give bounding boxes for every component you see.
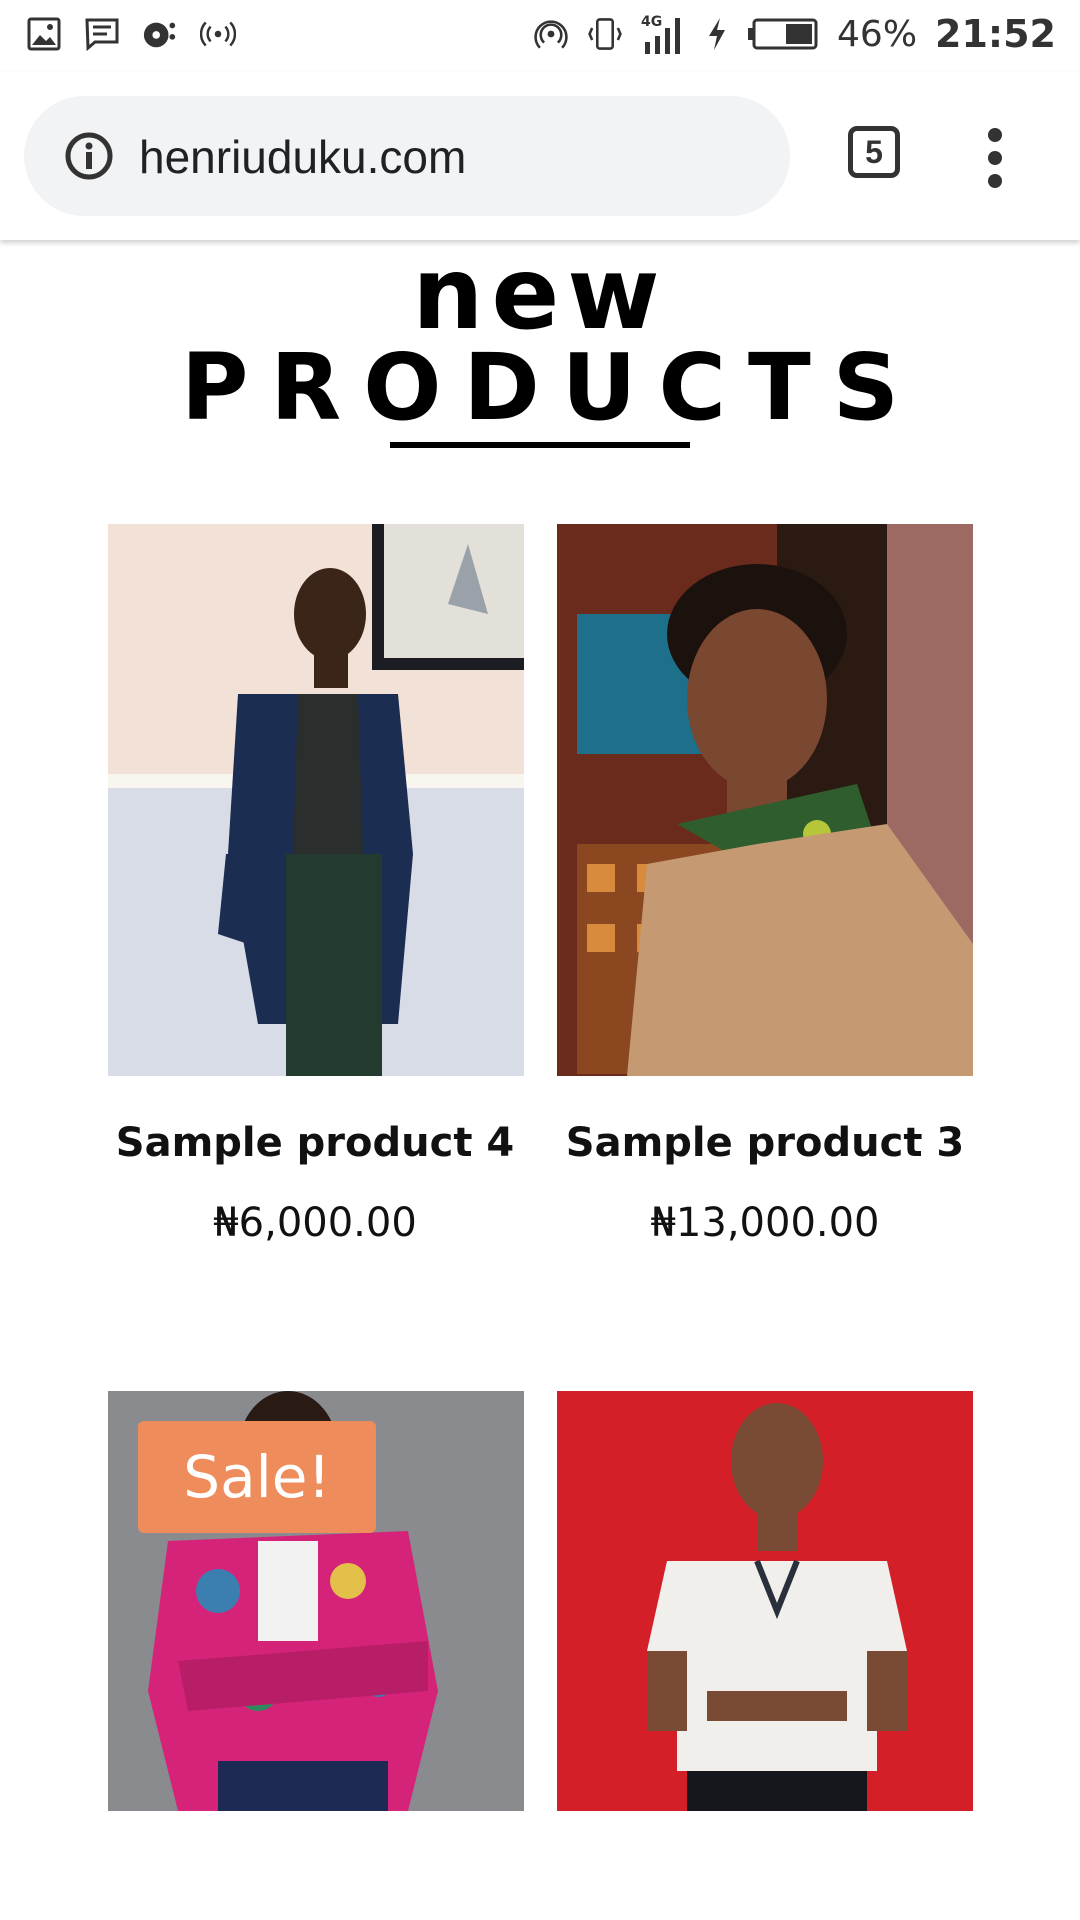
cast-icon [533, 16, 569, 52]
system-icons: 4G 46% 21:52 [533, 12, 1056, 56]
product-price: ₦6,000.00 [213, 1200, 417, 1246]
music-icon [142, 16, 178, 52]
sale-badge: Sale! [138, 1421, 376, 1533]
address-bar[interactable]: henriuduku.com [24, 96, 790, 216]
heading-line-1: new [412, 235, 668, 352]
section-heading: new PRODUCTS [0, 244, 1080, 438]
svg-text:4G: 4G [641, 14, 662, 30]
product-card[interactable]: Sale! [108, 1391, 524, 1811]
heading-underline [390, 442, 690, 448]
status-bar: 4G 46% 21:52 [0, 0, 1080, 72]
dot-icon [988, 128, 1002, 142]
url-text[interactable]: henriuduku.com [139, 130, 466, 184]
product-card[interactable] [557, 524, 973, 1076]
product-image[interactable] [557, 1391, 973, 1811]
vibrate-icon [587, 16, 623, 52]
info-icon[interactable] [64, 131, 114, 181]
battery-icon [747, 16, 819, 52]
tab-switcher-button[interactable]: 5 [848, 126, 900, 178]
product-name[interactable]: Sample product 3 [535, 1120, 995, 1166]
heading-line-2: PRODUCTS [180, 334, 922, 441]
clock: 21:52 [935, 12, 1056, 56]
battery-percent: 46% [837, 13, 918, 55]
product-card[interactable] [108, 524, 524, 1076]
notification-icons [26, 16, 236, 52]
charging-icon [705, 16, 729, 52]
product-name[interactable]: Sample product 4 [85, 1120, 545, 1166]
product-image[interactable] [108, 524, 524, 1076]
product-card[interactable] [557, 1391, 973, 1811]
dot-icon [988, 174, 1002, 188]
hotspot-icon [200, 16, 236, 52]
browser-toolbar: henriuduku.com 5 [0, 72, 1080, 240]
product-image[interactable]: Sale! [108, 1391, 524, 1811]
dot-icon [988, 151, 1002, 165]
message-icon [84, 16, 120, 52]
signal-icon: 4G [641, 14, 687, 54]
product-price: ₦13,000.00 [650, 1200, 880, 1246]
product-image[interactable] [557, 524, 973, 1076]
image-icon [26, 16, 62, 52]
overflow-menu-button[interactable] [980, 128, 1010, 188]
